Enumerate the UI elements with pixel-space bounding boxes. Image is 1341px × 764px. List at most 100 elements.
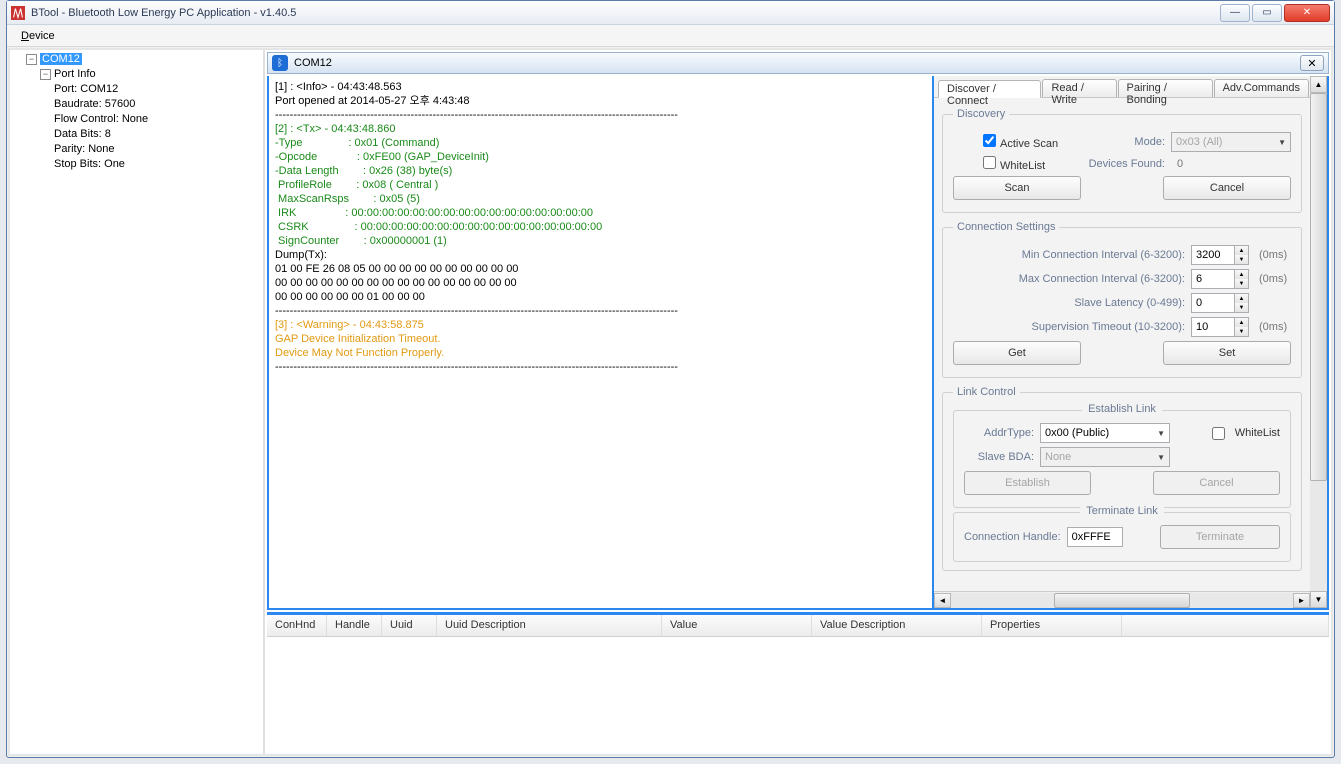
min-interval-label: Min Connection Interval (6-3200):: [953, 249, 1185, 261]
set-button[interactable]: Set: [1163, 341, 1291, 365]
unit-label: (0ms): [1259, 273, 1291, 285]
table-pane: ConHnd Handle Uuid Uuid Description Valu…: [267, 612, 1329, 752]
log-line: [3] : <Warning> - 04:43:58.875: [275, 318, 926, 332]
discovery-cancel-button[interactable]: Cancel: [1163, 176, 1291, 200]
link-legend: Link Control: [953, 386, 1020, 398]
log-line: Device May Not Function Properly.: [275, 346, 926, 360]
table-header: ConHnd Handle Uuid Uuid Description Valu…: [267, 615, 1329, 637]
app-icon: [11, 6, 25, 20]
chevron-down-icon: ▼: [1278, 138, 1286, 147]
addrtype-combo[interactable]: 0x00 (Public)▼: [1040, 423, 1170, 443]
slavebda-combo[interactable]: None▼: [1040, 447, 1170, 467]
devices-found-label: Devices Found:: [1089, 158, 1165, 170]
tree-node-portinfo[interactable]: Port Info: [54, 68, 96, 80]
tree-toggle-icon[interactable]: −: [40, 69, 51, 80]
establish-legend: Establish Link: [1082, 403, 1162, 415]
tree-leaf[interactable]: Stop Bits: One: [54, 157, 261, 172]
slave-latency-input[interactable]: 0: [1191, 293, 1235, 313]
unit-label: (0ms): [1259, 321, 1291, 333]
tree-toggle-icon[interactable]: −: [26, 54, 37, 65]
conn-handle-label: Connection Handle:: [964, 531, 1061, 543]
scan-button[interactable]: Scan: [953, 176, 1081, 200]
right-pane: ᛒ COM12 ✕ [1] : <Info> - 04:43:48.563 Po…: [265, 50, 1331, 754]
log-pane[interactable]: [1] : <Info> - 04:43:48.563 Port opened …: [269, 76, 932, 608]
log-line: SignCounter : 0x00000001 (1): [275, 234, 926, 248]
col-uuiddesc[interactable]: Uuid Description: [437, 615, 662, 636]
tab-bar: Discover / Connect Read / Write Pairing …: [934, 76, 1310, 98]
supervision-timeout-input[interactable]: 10: [1191, 317, 1235, 337]
col-uuid[interactable]: Uuid: [382, 615, 437, 636]
tree-leaf[interactable]: Data Bits: 8: [54, 127, 261, 142]
scroll-thumb[interactable]: [1310, 93, 1327, 481]
titlebar[interactable]: BTool - Bluetooth Low Energy PC Applicat…: [7, 1, 1334, 25]
log-line: -Data Length : 0x26 (38) byte(s): [275, 164, 926, 178]
col-valuedesc[interactable]: Value Description: [812, 615, 982, 636]
minimize-button[interactable]: —: [1220, 4, 1250, 22]
link-cancel-button[interactable]: Cancel: [1153, 471, 1280, 495]
log-line: 01 00 FE 26 08 05 00 00 00 00 00 00 00 0…: [275, 262, 926, 276]
spinner[interactable]: ▲▼: [1235, 317, 1249, 337]
tree-leaf[interactable]: Port: COM12: [54, 82, 261, 97]
chevron-down-icon: ▼: [1157, 453, 1165, 462]
menu-device[interactable]: Device: [15, 28, 61, 44]
log-line: GAP Device Initialization Timeout.: [275, 332, 926, 346]
tab-discover[interactable]: Discover / Connect: [938, 80, 1041, 98]
col-handle[interactable]: Handle: [327, 615, 382, 636]
tree-leaf[interactable]: Parity: None: [54, 142, 261, 157]
min-interval-input[interactable]: 3200: [1191, 245, 1235, 265]
close-button[interactable]: ✕: [1284, 4, 1330, 22]
tree-leaf[interactable]: Baudrate: 57600: [54, 97, 261, 112]
spinner[interactable]: ▲▼: [1235, 245, 1249, 265]
scroll-thumb[interactable]: [1054, 593, 1191, 608]
tab-adv[interactable]: Adv.Commands: [1214, 79, 1309, 97]
mid-row: [1] : <Info> - 04:43:48.563 Port opened …: [267, 76, 1329, 610]
col-conhnd[interactable]: ConHnd: [267, 615, 327, 636]
col-properties[interactable]: Properties: [982, 615, 1122, 636]
log-line: -Type : 0x01 (Command): [275, 136, 926, 150]
establish-button[interactable]: Establish: [964, 471, 1091, 495]
horizontal-scrollbar[interactable]: ◄ ►: [934, 591, 1310, 608]
active-scan-checkbox[interactable]: [983, 134, 996, 147]
spinner[interactable]: ▲▼: [1235, 293, 1249, 313]
discovery-group: Discovery Active Scan Mode: 0x03 (All)▼ …: [942, 108, 1302, 213]
com-close-button[interactable]: ✕: [1300, 55, 1324, 71]
log-line: IRK : 00:00:00:00:00:00:00:00:00:00:00:0…: [275, 206, 926, 220]
terminate-button[interactable]: Terminate: [1160, 525, 1280, 549]
link-control-group: Link Control Establish Link AddrType: 0x…: [942, 386, 1302, 571]
supervision-timeout-label: Supervision Timeout (10-3200):: [953, 321, 1185, 333]
log-line: [1] : <Info> - 04:43:48.563: [275, 80, 926, 94]
terminate-legend: Terminate Link: [1080, 505, 1164, 517]
scroll-right-icon[interactable]: ►: [1293, 593, 1310, 608]
main-window: BTool - Bluetooth Low Energy PC Applicat…: [6, 0, 1335, 758]
scroll-down-icon[interactable]: ▼: [1310, 591, 1327, 608]
maximize-button[interactable]: ▭: [1252, 4, 1282, 22]
terminate-link-group: Terminate Link Connection Handle: 0xFFFE…: [953, 512, 1291, 562]
tab-pairing[interactable]: Pairing / Bonding: [1118, 79, 1213, 97]
unit-label: (0ms): [1259, 249, 1291, 261]
log-line: ----------------------------------------…: [275, 360, 926, 374]
scroll-up-icon[interactable]: ▲: [1310, 76, 1327, 93]
tab-read-write[interactable]: Read / Write: [1042, 79, 1116, 97]
max-interval-input[interactable]: 6: [1191, 269, 1235, 289]
log-line: CSRK : 00:00:00:00:00:00:00:00:00:00:00:…: [275, 220, 926, 234]
tree-leaf[interactable]: Flow Control: None: [54, 112, 261, 127]
port-tree[interactable]: −COM12 −Port Info Port: COM12 Baudrate: …: [12, 52, 261, 172]
col-value[interactable]: Value: [662, 615, 812, 636]
log-line: Dump(Tx):: [275, 248, 926, 262]
whitelist-label: WhiteList: [1000, 160, 1045, 172]
table-body[interactable]: [267, 637, 1329, 752]
scroll-left-icon[interactable]: ◄: [934, 593, 951, 608]
vertical-scrollbar[interactable]: ▲ ▼: [1310, 76, 1327, 608]
log-line: MaxScanRsps : 0x05 (5): [275, 192, 926, 206]
whitelist-checkbox[interactable]: [983, 156, 996, 169]
menubar: Device: [7, 25, 1334, 47]
side-panel: Discover / Connect Read / Write Pairing …: [932, 76, 1327, 608]
spinner[interactable]: ▲▼: [1235, 269, 1249, 289]
get-button[interactable]: Get: [953, 341, 1081, 365]
log-line: ProfileRole : 0x08 ( Central ): [275, 178, 926, 192]
tree-node-com[interactable]: COM12: [40, 53, 82, 65]
link-whitelist-checkbox[interactable]: [1212, 427, 1225, 440]
conn-handle-input[interactable]: 0xFFFE: [1067, 527, 1123, 547]
mode-label: Mode:: [1134, 136, 1165, 148]
mode-combo[interactable]: 0x03 (All)▼: [1171, 132, 1291, 152]
